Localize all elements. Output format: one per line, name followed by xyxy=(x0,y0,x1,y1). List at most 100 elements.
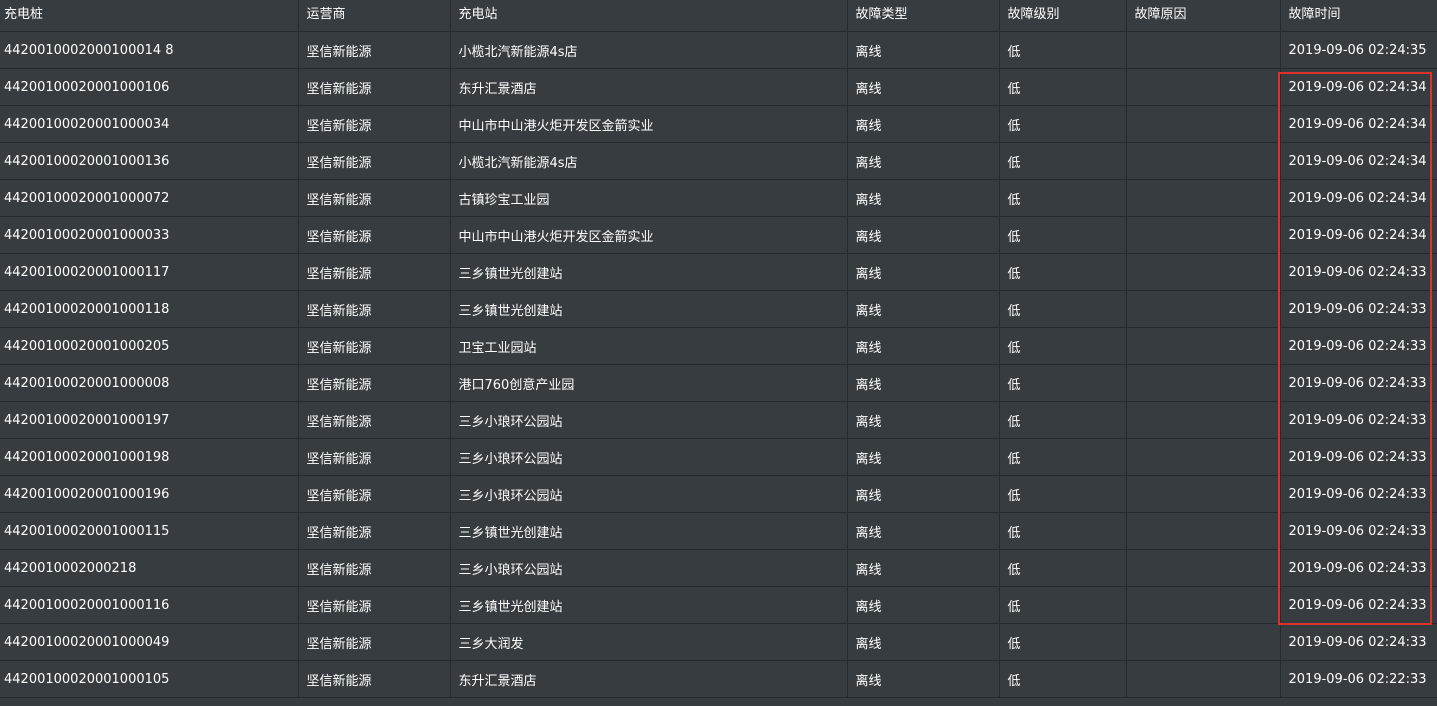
cell-station: 三乡镇世光创建站 xyxy=(450,586,848,624)
cell-fault-type: 离线 xyxy=(847,179,1000,217)
cell-fault-type: 离线 xyxy=(847,549,1000,587)
cell-fault-type: 离线 xyxy=(847,253,1000,291)
cell-charger-id: 44200100020001000105 xyxy=(0,660,299,698)
cell-fault-time: 2019-09-06 02:24:33 xyxy=(1280,438,1437,476)
cell-operator: 坚信新能源 xyxy=(298,660,451,698)
cell-station: 中山市中山港火炬开发区金箭实业 xyxy=(450,216,848,254)
column-header-fault-level[interactable]: 故障级别 xyxy=(999,0,1127,32)
cell-station: 三乡小琅环公园站 xyxy=(450,438,848,476)
cell-station: 卫宝工业园站 xyxy=(450,327,848,365)
cell-operator: 坚信新能源 xyxy=(298,253,451,291)
table-row[interactable]: 4420010002000218 坚信新能源 三乡小琅环公园站 离线低 2019-09-… xyxy=(0,549,1437,587)
cell-fault-level: 低 xyxy=(999,216,1127,254)
cell-station: 小榄北汽新能源4s店 xyxy=(450,31,848,69)
cell-fault-type: 离线 xyxy=(847,475,1000,513)
column-header-fault-time[interactable]: 故障时间 xyxy=(1280,0,1437,32)
cell-fault-type: 离线 xyxy=(847,327,1000,365)
cell-operator: 坚信新能源 xyxy=(298,512,451,550)
cell-fault-reason xyxy=(1126,216,1281,254)
cell-station: 三乡镇世光创建站 xyxy=(450,512,848,550)
cell-charger-id: 44200100020001000196 xyxy=(0,475,299,513)
cell-fault-reason xyxy=(1126,179,1281,217)
cell-operator: 坚信新能源 xyxy=(298,401,451,439)
table-row[interactable]: 44200100020001000198 坚信新能源 三乡小琅环公园站 离线低 2019… xyxy=(0,438,1437,476)
table-header: 充电桩 运营商 充电站 故障类型 故障级别 故障原因 故障时间 xyxy=(0,0,1437,32)
cell-fault-reason xyxy=(1126,290,1281,328)
cell-operator: 坚信新能源 xyxy=(298,549,451,587)
cell-charger-id: 44200100020001000116 xyxy=(0,586,299,624)
cell-fault-level: 低 xyxy=(999,327,1127,365)
cell-fault-level: 低 xyxy=(999,105,1127,143)
cell-charger-id: 44200100020001000033 xyxy=(0,216,299,254)
table-row[interactable]: 44200100020001000106 坚信新能源 东升汇景酒店 离线低 2019-0… xyxy=(0,68,1437,106)
cell-fault-type: 离线 xyxy=(847,290,1000,328)
cell-fault-type: 离线 xyxy=(847,512,1000,550)
cell-charger-id: 44200100020001000198 xyxy=(0,438,299,476)
table-row[interactable]: 44200100020001000008 坚信新能源 港口760创意产业园 离线低 20… xyxy=(0,364,1437,402)
table-row[interactable]: 44200100020001000136 坚信新能源 小榄北汽新能源4s店 离线低 20… xyxy=(0,142,1437,180)
cell-fault-reason xyxy=(1126,142,1281,180)
cell-fault-reason xyxy=(1126,31,1281,69)
table-row[interactable]: 44200100020001000033 坚信新能源 中山市中山港火炬开发区金箭实业… xyxy=(0,216,1437,254)
table-row[interactable]: 44200100020001000116 坚信新能源 三乡镇世光创建站 离线低 2019… xyxy=(0,586,1437,624)
cell-fault-level: 低 xyxy=(999,401,1127,439)
cell-station: 古镇珍宝工业园 xyxy=(450,179,848,217)
cell-charger-id: 44200100020001000106 xyxy=(0,68,299,106)
cell-fault-reason xyxy=(1126,623,1281,661)
table-row[interactable]: 4420010002000100014 8 坚信新能源 小榄北汽新能源4s店 离线低 2… xyxy=(0,31,1437,69)
cell-charger-id: 44200100020001000205 xyxy=(0,327,299,365)
cell-station: 三乡大润发 xyxy=(450,623,848,661)
cell-fault-time: 2019-09-06 02:24:34 xyxy=(1280,142,1437,180)
cell-fault-time: 2019-09-06 02:24:33 xyxy=(1280,364,1437,402)
cell-station: 三乡小琅环公园站 xyxy=(450,549,848,587)
table-row[interactable]: 44200100020001000105 坚信新能源 东升汇景酒店 离线低 2019-0… xyxy=(0,660,1437,698)
cell-fault-level: 低 xyxy=(999,549,1127,587)
cell-fault-reason xyxy=(1126,253,1281,291)
table-row[interactable]: 44200100020001000072 坚信新能源 古镇珍宝工业园 离线低 2019-… xyxy=(0,179,1437,217)
cell-operator: 坚信新能源 xyxy=(298,327,451,365)
cell-fault-reason xyxy=(1126,68,1281,106)
cell-fault-time: 2019-09-06 02:24:33 xyxy=(1280,290,1437,328)
table-row[interactable]: 44200100020001000115 坚信新能源 三乡镇世光创建站 离线低 2019… xyxy=(0,512,1437,550)
cell-fault-time: 2019-09-06 02:24:33 xyxy=(1280,401,1437,439)
cell-fault-time: 2019-09-06 02:24:34 xyxy=(1280,68,1437,106)
column-header-charger[interactable]: 充电桩 xyxy=(0,0,299,32)
column-header-fault-type[interactable]: 故障类型 xyxy=(847,0,1000,32)
cell-operator: 坚信新能源 xyxy=(298,438,451,476)
cell-charger-id: 44200100020001000136 xyxy=(0,142,299,180)
cell-fault-type: 离线 xyxy=(847,438,1000,476)
cell-charger-id: 44200100020001000118 xyxy=(0,290,299,328)
table-row[interactable]: 44200100020001000197 坚信新能源 三乡小琅环公园站 离线低 2019… xyxy=(0,401,1437,439)
cell-fault-type: 离线 xyxy=(847,105,1000,143)
cell-fault-time: 2019-09-06 02:24:33 xyxy=(1280,327,1437,365)
table-row[interactable]: 44200100020001000117 坚信新能源 三乡镇世光创建站 离线低 2019… xyxy=(0,253,1437,291)
cell-fault-reason xyxy=(1126,401,1281,439)
cell-fault-time: 2019-09-06 02:24:33 xyxy=(1280,253,1437,291)
cell-fault-reason xyxy=(1126,660,1281,698)
cell-fault-type: 离线 xyxy=(847,142,1000,180)
cell-charger-id: 4420010002000218 xyxy=(0,549,299,587)
table-row[interactable]: 44200100020001000196 坚信新能源 三乡小琅环公园站 离线低 2019… xyxy=(0,475,1437,513)
cell-operator: 坚信新能源 xyxy=(298,586,451,624)
column-header-operator[interactable]: 运营商 xyxy=(298,0,451,32)
column-header-fault-reason[interactable]: 故障原因 xyxy=(1126,0,1281,32)
cell-charger-id: 44200100020001000117 xyxy=(0,253,299,291)
column-header-station[interactable]: 充电站 xyxy=(450,0,848,32)
cell-fault-type: 离线 xyxy=(847,401,1000,439)
table-row[interactable]: 44200100020001000049 坚信新能源 三乡大润发 离线低 2019-09… xyxy=(0,623,1437,661)
cell-charger-id: 44200100020001000072 xyxy=(0,179,299,217)
table-row[interactable]: 44200100020001000118 坚信新能源 三乡镇世光创建站 离线低 2019… xyxy=(0,290,1437,328)
cell-charger-id: 44200100020001000197 xyxy=(0,401,299,439)
table-row[interactable]: 44200100020001000034 坚信新能源 中山市中山港火炬开发区金箭实业… xyxy=(0,105,1437,143)
cell-station: 三乡镇世光创建站 xyxy=(450,290,848,328)
cell-fault-level: 低 xyxy=(999,290,1127,328)
cell-fault-level: 低 xyxy=(999,660,1127,698)
cell-fault-reason xyxy=(1126,438,1281,476)
cell-fault-type: 离线 xyxy=(847,68,1000,106)
cell-fault-level: 低 xyxy=(999,623,1127,661)
cell-charger-id: 44200100020001000034 xyxy=(0,105,299,143)
cell-station: 中山市中山港火炬开发区金箭实业 xyxy=(450,105,848,143)
cell-charger-id: 44200100020001000115 xyxy=(0,512,299,550)
header-row: 充电桩 运营商 充电站 故障类型 故障级别 故障原因 故障时间 xyxy=(0,0,1437,32)
table-row[interactable]: 44200100020001000205 坚信新能源 卫宝工业园站 离线低 2019-0… xyxy=(0,327,1437,365)
